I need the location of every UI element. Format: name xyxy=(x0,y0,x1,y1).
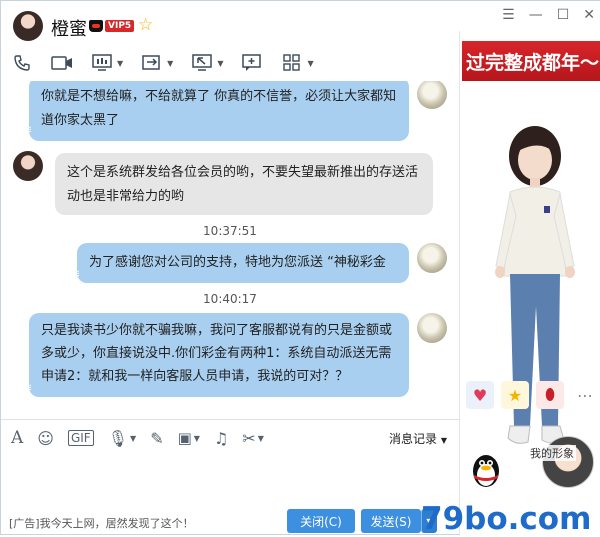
ad-link[interactable]: [广告]我今天上网，居然发现了这个！ xyxy=(9,515,194,531)
screen-share-dropdown-icon[interactable]: ▼ xyxy=(117,59,123,68)
history-dropdown-icon: ▼ xyxy=(440,436,447,445)
send-button[interactable]: 发送(S) xyxy=(361,509,421,533)
emoji-icon[interactable]: ☺ xyxy=(37,429,54,448)
prop-icons: ♥ ★ ⬮ ⋯ xyxy=(466,381,599,409)
close-window-button[interactable]: ✕ xyxy=(583,7,595,23)
my-chat-avatar[interactable] xyxy=(417,313,447,343)
message-input[interactable] xyxy=(1,455,459,505)
message-bubble[interactable]: 你就是不想给嘛，不给就算了 你真的不信誉，必须让大家都知道你家太黑了 xyxy=(29,81,409,141)
remote-desktop-dropdown-icon[interactable]: ▼ xyxy=(217,59,223,68)
watermark: 79bo.com xyxy=(421,501,592,537)
scissors-icon[interactable]: ✂ xyxy=(242,429,255,448)
star-wand-icon[interactable]: ★ xyxy=(501,381,529,409)
my-chat-avatar[interactable] xyxy=(417,243,447,273)
message-history-button[interactable]: 消息记录 ▼ xyxy=(389,430,447,447)
screen-share-icon[interactable] xyxy=(91,53,113,73)
more-icon[interactable]: ⋯ xyxy=(571,381,599,409)
contact-avatar[interactable] xyxy=(13,11,43,41)
font-icon[interactable]: A xyxy=(11,428,23,448)
promo-banner[interactable]: 过完整成都年～ xyxy=(462,41,600,81)
remote-desktop-icon[interactable] xyxy=(191,53,213,73)
heart-gift-icon[interactable]: ♥ xyxy=(466,381,494,409)
add-contact-icon[interactable] xyxy=(241,53,263,73)
maximize-button[interactable]: ☐ xyxy=(557,7,570,23)
star-icon[interactable]: ☆ xyxy=(138,15,153,35)
gif-icon[interactable]: GIF xyxy=(67,430,94,446)
input-toolbar: A ☺ GIF 🎙 ▼ ✎ ▣ ▼ ♫ ✂ ▼ 消息记录 ▼ xyxy=(1,419,459,455)
vip-crown-icon xyxy=(89,20,103,32)
show-panel: 过完整成都年～ ♥ ★ ⬮ ⋯ 我的形象 xyxy=(459,31,600,536)
contact-chat-avatar[interactable] xyxy=(13,151,43,181)
file-transfer-dropdown-icon[interactable]: ▼ xyxy=(167,59,173,68)
avatar-character[interactable] xyxy=(480,126,590,466)
menu-button[interactable]: ☰ xyxy=(502,7,515,23)
timestamp: 10:37:51 xyxy=(203,224,257,238)
image-dropdown-icon[interactable]: ▼ xyxy=(194,434,200,443)
close-button[interactable]: 关闭(C) xyxy=(287,509,355,533)
chat-window: 橙蜜 VIP5 ☆ ☰ — ☐ ✕ ▼ ▼ ▼ ▼ 你就是不想给嘛，不给就算了 … xyxy=(0,0,600,537)
message-text: 这个是系统群发给各位会员的哟，不要失望最新推出的存送活动也是非常给力的哟 xyxy=(67,165,419,204)
music-icon[interactable]: ♫ xyxy=(214,429,228,448)
timestamp: 10:40:17 xyxy=(203,292,257,306)
message-text: 为了感谢您对公司的支持，特地为您派送 “神秘彩金 xyxy=(89,255,386,270)
top-toolbar: ▼ ▼ ▼ ▼ xyxy=(11,53,314,73)
red-bag-icon[interactable]: ⬮ xyxy=(536,381,564,409)
mic-icon[interactable]: 🎙 xyxy=(108,429,128,448)
message-bubble[interactable]: 为了感谢您对公司的支持，特地为您派送 “神秘彩金 xyxy=(77,243,409,283)
scissors-dropdown-icon[interactable]: ▼ xyxy=(258,434,264,443)
vip-level: VIP5 xyxy=(105,20,135,32)
file-transfer-icon[interactable] xyxy=(141,53,163,73)
wave-decoration-icon: ≋ xyxy=(71,267,81,280)
message-history-label: 消息记录 xyxy=(389,432,438,446)
window-controls: ☰ — ☐ ✕ xyxy=(502,7,595,23)
my-avatar[interactable] xyxy=(542,436,594,488)
phone-icon[interactable] xyxy=(11,53,33,73)
message-text: 你就是不想给嘛，不给就算了 你真的不信誉，必须让大家都知道你家太黑了 xyxy=(41,89,397,128)
wave-decoration-icon: ≋ xyxy=(23,123,33,136)
message-text: 只是我读书少你就不骗我嘛，我问了客服都说有的只是金额或多或少，你直接说没中.你们… xyxy=(41,323,393,384)
contact-name[interactable]: 橙蜜 xyxy=(51,15,87,41)
my-chat-avatar[interactable] xyxy=(417,81,447,109)
minimize-button[interactable]: — xyxy=(529,7,543,23)
chat-footer: [广告]我今天上网，居然发现了这个！ 关闭(C) 发送(S) ▼ xyxy=(1,505,459,536)
message-bubble[interactable]: 这个是系统群发给各位会员的哟，不要失望最新推出的存送活动也是非常给力的哟 xyxy=(55,153,433,215)
mic-dropdown-icon[interactable]: ▼ xyxy=(130,434,136,443)
qq-penguin-icon[interactable] xyxy=(466,449,506,489)
my-avatar-label[interactable]: 我的形象 xyxy=(528,445,576,461)
apps-dropdown-icon[interactable]: ▼ xyxy=(307,59,313,68)
image-icon[interactable]: ▣ xyxy=(178,429,192,447)
video-icon[interactable] xyxy=(51,53,73,73)
chat-messages[interactable]: 你就是不想给嘛，不给就算了 你真的不信誉，必须让大家都知道你家太黑了 ≋ 这个是… xyxy=(1,81,459,419)
vip-badge[interactable]: VIP5 xyxy=(89,19,135,33)
apps-grid-icon[interactable] xyxy=(281,53,303,73)
pen-icon[interactable]: ✎ xyxy=(150,429,163,448)
message-bubble[interactable]: 只是我读书少你就不骗我嘛，我问了客服都说有的只是金额或多或少，你直接说没中.你们… xyxy=(29,313,409,397)
wave-decoration-icon: ≋ xyxy=(23,381,33,394)
